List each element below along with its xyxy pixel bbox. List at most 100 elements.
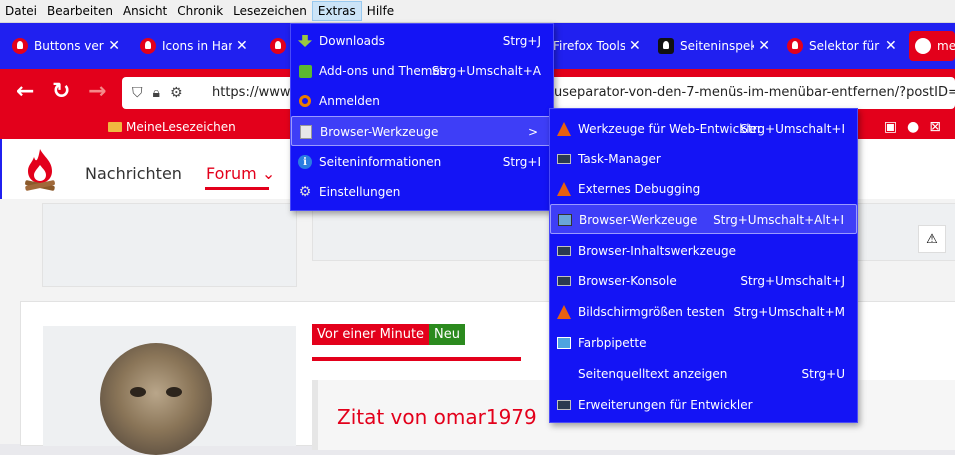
menu-item-label: Externes Debugging xyxy=(578,182,701,196)
menu-item-label: Bildschirmgrößen testen xyxy=(578,305,725,319)
screenshot-icon[interactable]: ⊠ xyxy=(929,119,941,135)
menu-item-label: Task-Manager xyxy=(578,152,661,166)
reload-button[interactable]: ↻ xyxy=(52,81,70,103)
site-favicon-icon xyxy=(915,38,931,54)
menu-item-label: Browser-Werkzeuge xyxy=(320,125,439,139)
eyedropper-icon xyxy=(556,335,572,351)
submenu-item-content-toolbox[interactable]: Browser-Inhaltswerkzeuge xyxy=(550,236,857,266)
menu-item-label: Downloads xyxy=(319,34,385,48)
close-icon[interactable]: ✕ xyxy=(758,38,770,54)
source-icon xyxy=(556,366,572,382)
menu-item-shortcut: Strg+Umschalt+Alt+I xyxy=(713,213,844,227)
nav-link-forum[interactable]: Forum ⌄ xyxy=(206,164,275,183)
tab-firefox-tools[interactable]: Firefox Tools ✕ xyxy=(553,31,643,61)
nav-link-nachrichten[interactable]: Nachrichten xyxy=(85,164,182,183)
chevron-right-icon: > xyxy=(527,125,538,139)
avatar[interactable] xyxy=(100,343,212,455)
site-favicon-icon xyxy=(140,38,156,54)
window-icon xyxy=(557,212,573,228)
submenu-item-task-manager[interactable]: Task-Manager xyxy=(550,144,857,174)
bookmark-folder[interactable]: MeineLesezeichen xyxy=(108,120,236,134)
url-text-start: https://www. xyxy=(212,85,294,100)
menu-item-downloads[interactable]: Downloads Strg+J xyxy=(291,26,553,56)
submenu-item-web-developer-tools[interactable]: Werkzeuge für Web-Entwickler Strg+Umscha… xyxy=(550,114,857,144)
menu-item-shortcut: Strg+Umschalt+A xyxy=(431,64,541,78)
menu-item-addons[interactable]: Add-ons und Themes Strg+Umschalt+A xyxy=(291,56,553,86)
close-icon[interactable]: ✕ xyxy=(629,38,641,54)
lock-icon[interactable]: 🔒︎ xyxy=(153,85,160,101)
site-favicon-icon xyxy=(12,38,28,54)
submenu-item-browser-console[interactable]: Browser-Konsole Strg+Umschalt+J xyxy=(550,266,857,296)
menu-item-label: Werkzeuge für Web-Entwickler xyxy=(578,122,762,136)
back-button[interactable]: ← xyxy=(16,81,34,103)
submenu-item-view-source[interactable]: Seitenquelltext anzeigen Strg+U xyxy=(550,359,857,389)
permissions-icon[interactable]: ⚙ xyxy=(170,85,183,101)
menu-item-seiteninformationen[interactable]: i Seiteninformationen Strg+I xyxy=(291,147,553,177)
menu-item-label: Add-ons und Themes xyxy=(319,64,447,78)
site-logo-icon[interactable] xyxy=(22,147,58,195)
menu-hilfe[interactable]: Hilfe xyxy=(362,1,399,21)
menu-bearbeiten[interactable]: Bearbeiten xyxy=(42,1,118,21)
close-icon[interactable]: ✕ xyxy=(236,38,248,54)
save-icon[interactable]: ▣ xyxy=(884,119,897,135)
close-icon[interactable]: ✕ xyxy=(885,38,897,54)
menu-item-label: Einstellungen xyxy=(319,185,401,199)
bookmark-folder-label: MeineLesezeichen xyxy=(126,120,236,134)
menu-item-shortcut: Strg+U xyxy=(801,367,846,381)
menu-item-label: Anmelden xyxy=(319,94,380,108)
tab-third[interactable] xyxy=(270,31,290,61)
menu-extras[interactable]: Extras xyxy=(311,1,362,21)
menu-item-shortcut: Strg+Umschalt+J xyxy=(740,274,845,288)
submenu-item-remote-debugging[interactable]: Externes Debugging xyxy=(550,174,857,204)
tools-icon xyxy=(298,124,314,140)
extension-icon[interactable]: ● xyxy=(907,119,919,135)
tab-selektor[interactable]: Selektor für "I ✕ xyxy=(787,31,899,61)
chevron-down-icon: ⌄ xyxy=(261,164,276,183)
menu-item-label: Farbpipette xyxy=(578,336,647,350)
menu-bar: Datei Bearbeiten Ansicht Chronik Lesezei… xyxy=(0,0,955,23)
menu-datei[interactable]: Datei xyxy=(0,1,42,21)
forward-button[interactable]: → xyxy=(88,81,106,103)
menu-item-label: Seiteninformationen xyxy=(319,155,442,169)
monitor-icon xyxy=(556,273,572,289)
tab-active[interactable]: me xyxy=(909,31,955,61)
menu-lesezeichen[interactable]: Lesezeichen xyxy=(228,1,312,21)
menu-item-label: Browser-Konsole xyxy=(578,274,677,288)
submenu-item-eyedropper[interactable]: Farbpipette xyxy=(550,328,857,358)
tab-buttons[interactable]: Buttons verkl ✕ xyxy=(12,31,120,61)
submenu-item-browser-toolbox[interactable]: Browser-Werkzeuge Strg+Umschalt+Alt+I xyxy=(550,204,857,234)
menu-ansicht[interactable]: Ansicht xyxy=(118,1,172,21)
tab-icons[interactable]: Icons in Ham ✕ xyxy=(140,31,250,61)
extension-dev-icon xyxy=(556,397,572,413)
tab-label: Firefox Tools xyxy=(553,39,625,53)
menu-item-anmelden[interactable]: Anmelden xyxy=(291,86,553,116)
tab-seiteninspektor[interactable]: Seiteninspekt ✕ xyxy=(658,31,770,61)
site-favicon-icon xyxy=(787,38,803,54)
triangle-icon xyxy=(556,181,572,197)
triangle-icon xyxy=(556,304,572,320)
side-card xyxy=(42,203,297,287)
submenu-item-responsive-design[interactable]: Bildschirmgrößen testen Strg+Umschalt+M xyxy=(550,297,857,327)
active-nav-underline xyxy=(205,187,269,190)
url-text-end: useparator-von-den-7-menüs-im-menübar-en… xyxy=(554,85,955,100)
gear-icon: ⚙ xyxy=(298,184,312,200)
folder-icon xyxy=(108,122,122,132)
submenu-item-extensions-dev[interactable]: Erweiterungen für Entwickler xyxy=(550,390,857,420)
tab-label: Seiteninspekt xyxy=(680,39,755,53)
account-icon xyxy=(297,93,313,109)
menu-item-label: Erweiterungen für Entwickler xyxy=(578,398,753,412)
menu-chronik[interactable]: Chronik xyxy=(172,1,228,21)
menu-item-browser-werkzeuge[interactable]: Browser-Werkzeuge > xyxy=(291,116,553,146)
browser-tools-submenu: Werkzeuge für Web-Entwickler Strg+Umscha… xyxy=(549,108,858,423)
tab-label: Icons in Ham xyxy=(162,39,232,53)
tab-label: Buttons verkl xyxy=(34,39,104,53)
menu-item-shortcut: Strg+I xyxy=(502,155,541,169)
menu-item-einstellungen[interactable]: ⚙ Einstellungen xyxy=(291,177,553,207)
shield-icon[interactable]: ⛉ xyxy=(132,85,143,101)
close-icon[interactable]: ✕ xyxy=(108,38,120,54)
site-favicon-icon xyxy=(658,38,674,54)
menu-item-shortcut: Strg+Umschalt+M xyxy=(733,305,845,319)
warning-icon[interactable]: ⚠ xyxy=(918,225,946,253)
menu-item-shortcut: Strg+Umschalt+I xyxy=(740,122,845,136)
tab-label: Selektor für "I xyxy=(809,39,881,53)
